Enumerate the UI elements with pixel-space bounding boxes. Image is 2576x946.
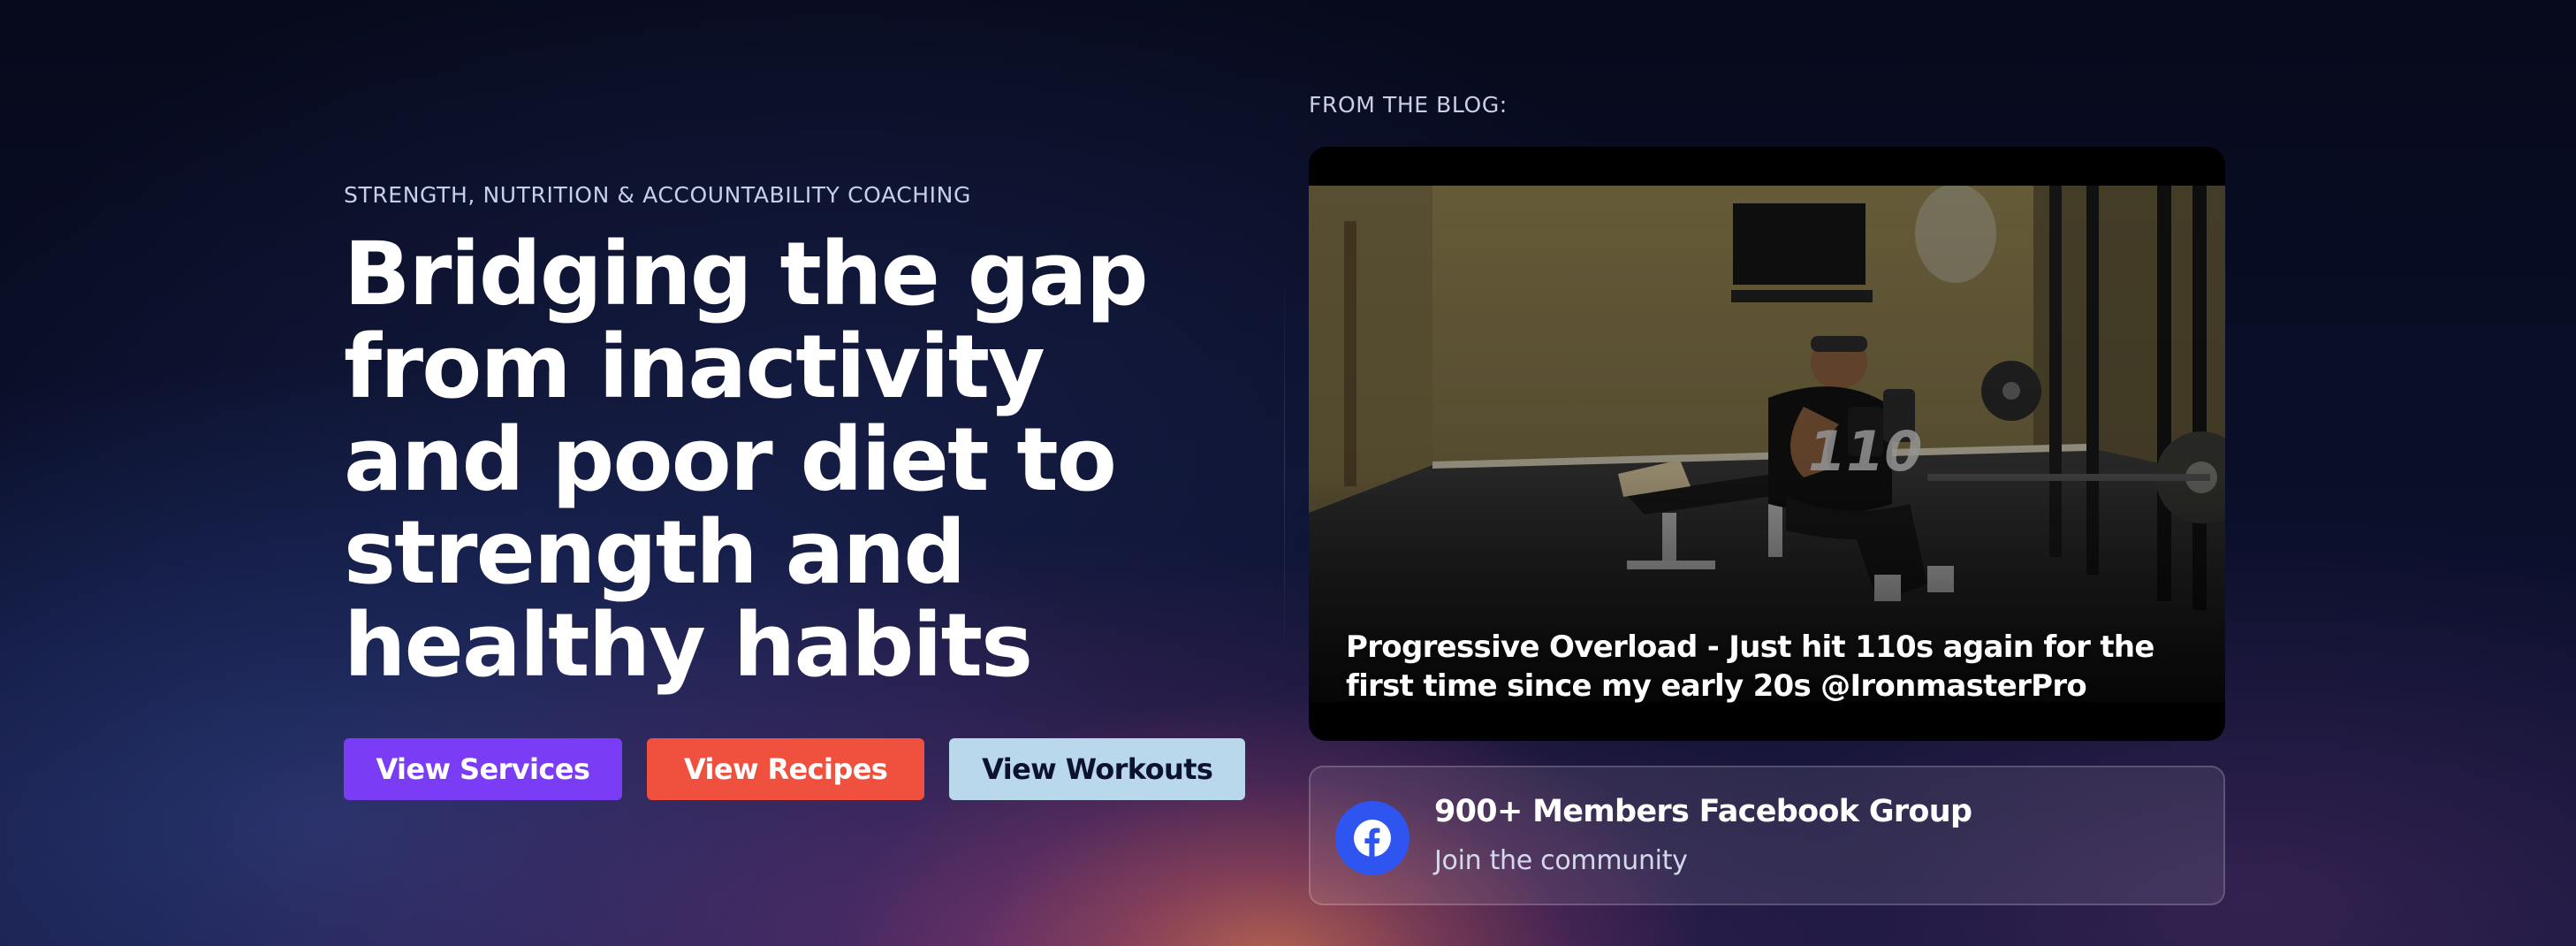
cta-button-row: View Services View Recipes View Workouts [344, 737, 1245, 800]
view-workouts-button[interactable]: View Workouts [949, 737, 1245, 800]
section-divider [1284, 265, 1285, 663]
facebook-group-subtitle: Join the community [1434, 845, 1688, 876]
facebook-group-title: 900+ Members Facebook Group [1434, 794, 1972, 829]
blog-section-label: FROM THE BLOG: [1309, 92, 1508, 118]
blog-post-card[interactable]: 110 Progressive Overload - Just hit 110s… [1309, 147, 2225, 741]
hero-eyebrow: STRENGTH, NUTRITION & ACCOUNTABILITY COA… [344, 182, 971, 208]
hero-headline: Bridging the gap from inactivity and poo… [344, 223, 1149, 697]
blog-post-caption: Progressive Overload - Just hit 110s aga… [1346, 629, 2154, 704]
facebook-group-card[interactable]: 900+ Members Facebook Group Join the com… [1309, 766, 2225, 905]
view-recipes-button[interactable]: View Recipes [646, 737, 925, 800]
hero-section: STRENGTH, NUTRITION & ACCOUNTABILITY COA… [344, 181, 1245, 800]
facebook-icon [1335, 801, 1410, 875]
view-services-button[interactable]: View Services [344, 737, 622, 800]
blog-post-image: 110 [1309, 186, 2225, 702]
